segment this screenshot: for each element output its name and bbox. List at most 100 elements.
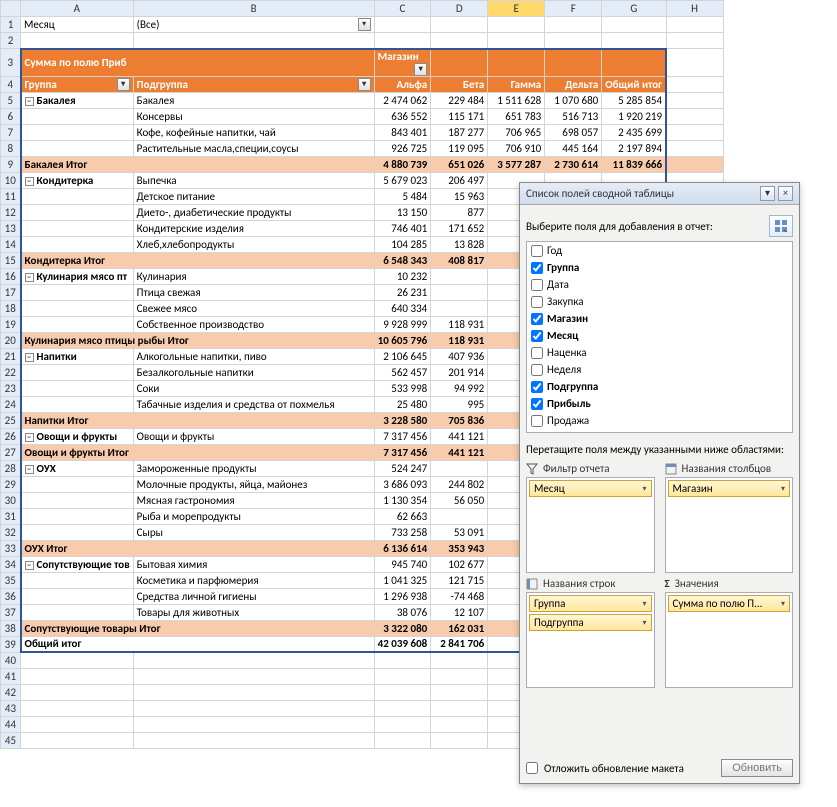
value-cell[interactable]: 651 026 (431, 156, 488, 172)
row-header[interactable]: 11 (1, 188, 21, 204)
value-cell[interactable]: 9 928 999 (374, 316, 431, 332)
col-header-E[interactable]: E (488, 1, 545, 17)
collapse-icon[interactable]: − (25, 273, 34, 282)
value-cell[interactable]: 640 334 (374, 300, 431, 316)
select-all-corner[interactable] (1, 1, 21, 17)
row-field-group[interactable]: Группа▾ (21, 76, 134, 92)
subgroup-cell[interactable]: Растительные масла,специи,соусы (133, 140, 374, 156)
row-header[interactable]: 20 (1, 332, 21, 348)
subtotal-label[interactable]: Бакалея Итог (21, 156, 375, 172)
value-cell[interactable]: 42 039 608 (374, 636, 431, 652)
group-cell[interactable]: −Бакалея (21, 92, 134, 108)
value-cell[interactable]: 945 740 (374, 556, 431, 572)
value-cell[interactable]: 38 076 (374, 604, 431, 620)
subgroup-cell[interactable]: Алкогольные напитки, пиво (133, 348, 374, 364)
row-header[interactable]: 5 (1, 92, 21, 108)
collapse-icon[interactable]: − (25, 177, 34, 186)
subgroup-cell[interactable]: Средства личной гигиены (133, 588, 374, 604)
chip-dropdown-icon[interactable]: ▾ (781, 599, 785, 609)
row-header[interactable]: 8 (1, 140, 21, 156)
value-cell[interactable]: 12 107 (431, 604, 488, 620)
field-checkbox[interactable] (531, 245, 543, 257)
field-checkbox[interactable] (531, 262, 543, 274)
row-header[interactable]: 23 (1, 380, 21, 396)
subgroup-cell[interactable]: Хлеб,хлебопродукты (133, 236, 374, 252)
value-cell[interactable]: 121 715 (431, 572, 488, 588)
value-cell[interactable]: 516 713 (545, 108, 602, 124)
field-checkbox[interactable] (531, 415, 543, 427)
value-cell[interactable]: 162 031 (431, 620, 488, 636)
defer-update-checkbox[interactable] (526, 762, 538, 774)
col-header-H[interactable]: H (666, 1, 723, 17)
row-header[interactable]: 37 (1, 604, 21, 620)
column-labels-area[interactable]: Магазин▾ (665, 477, 794, 573)
area-field-chip[interactable]: Подгруппа▾ (529, 614, 652, 631)
close-icon[interactable]: × (778, 186, 793, 201)
field-checkbox[interactable] (531, 381, 543, 393)
subgroup-cell[interactable]: Косметика и парфюмерия (133, 572, 374, 588)
grand-total-label[interactable]: Общий итог (21, 636, 375, 652)
row-header[interactable]: 4 (1, 76, 21, 92)
row-header[interactable]: 15 (1, 252, 21, 268)
value-cell[interactable]: 2 197 894 (602, 140, 666, 156)
value-cell[interactable]: 25 480 (374, 396, 431, 412)
row-header[interactable]: 31 (1, 508, 21, 524)
subgroup-cell[interactable]: Детское питание (133, 188, 374, 204)
value-cell[interactable]: 26 231 (374, 284, 431, 300)
value-cell[interactable]: 1 920 219 (602, 108, 666, 124)
value-cell[interactable] (431, 284, 488, 300)
value-cell[interactable]: 733 258 (374, 524, 431, 540)
subtotal-label[interactable]: Кондитерка Итог (21, 252, 375, 268)
col-header-B[interactable]: B (133, 1, 374, 17)
field-item[interactable]: Дата (527, 276, 792, 293)
row-header[interactable]: 26 (1, 428, 21, 444)
value-cell[interactable]: 10 232 (374, 268, 431, 284)
row-header[interactable]: 45 (1, 732, 21, 748)
field-checkbox[interactable] (531, 296, 543, 308)
filter-field-label[interactable]: Месяц (21, 17, 134, 33)
subgroup-cell[interactable]: Кондитерские изделия (133, 220, 374, 236)
value-cell[interactable]: 995 (431, 396, 488, 412)
row-header[interactable]: 38 (1, 620, 21, 636)
group-dropdown-icon[interactable]: ▾ (117, 78, 130, 91)
row-header[interactable]: 9 (1, 156, 21, 172)
value-cell[interactable]: 533 998 (374, 380, 431, 396)
collapse-icon[interactable]: − (25, 97, 34, 106)
subtotal-label[interactable]: Напитки Итог (21, 412, 375, 428)
subgroup-cell[interactable]: Безалкогольные напитки (133, 364, 374, 380)
update-button[interactable]: Обновить (721, 759, 793, 777)
value-cell[interactable]: 115 171 (431, 108, 488, 124)
value-cell[interactable]: -74 468 (431, 588, 488, 604)
value-cell[interactable]: 119 095 (431, 140, 488, 156)
subtotal-label[interactable]: Кулинария мясо птицы рыбы Итог (21, 332, 375, 348)
field-item[interactable]: Неделя (527, 361, 792, 378)
value-cell[interactable]: 15 963 (431, 188, 488, 204)
row-header[interactable]: 12 (1, 204, 21, 220)
subgroup-cell[interactable]: Консервы (133, 108, 374, 124)
value-cell[interactable]: 562 457 (374, 364, 431, 380)
value-cell[interactable]: 4 880 739 (374, 156, 431, 172)
value-cell[interactable]: 118 931 (431, 316, 488, 332)
row-labels-area[interactable]: Группа▾Подгруппа▾ (526, 592, 655, 688)
row-header[interactable]: 41 (1, 668, 21, 684)
collapse-icon[interactable]: − (25, 561, 34, 570)
col-header-G[interactable]: G (602, 1, 666, 17)
row-header[interactable]: 16 (1, 268, 21, 284)
value-cell[interactable]: 94 992 (431, 380, 488, 396)
field-item[interactable]: Закупка (527, 293, 792, 310)
field-checkbox[interactable] (531, 279, 543, 291)
value-cell[interactable]: 2 474 062 (374, 92, 431, 108)
subgroup-cell[interactable]: Выпечка (133, 172, 374, 188)
subgroup-cell[interactable]: Бакалея (133, 92, 374, 108)
value-cell[interactable]: 408 817 (431, 252, 488, 268)
col-label[interactable]: Альфа (374, 76, 431, 92)
row-header[interactable]: 2 (1, 33, 21, 49)
value-cell[interactable]: 524 247 (374, 460, 431, 476)
subgroup-cell[interactable]: Табачные изделия и средства от похмелья (133, 396, 374, 412)
field-item[interactable]: Подгруппа (527, 378, 792, 395)
field-item[interactable]: Группа (527, 259, 792, 276)
row-header[interactable]: 27 (1, 444, 21, 460)
value-cell[interactable]: 698 057 (545, 124, 602, 140)
value-cell[interactable]: 3 228 580 (374, 412, 431, 428)
col-header-A[interactable]: A (21, 1, 134, 17)
